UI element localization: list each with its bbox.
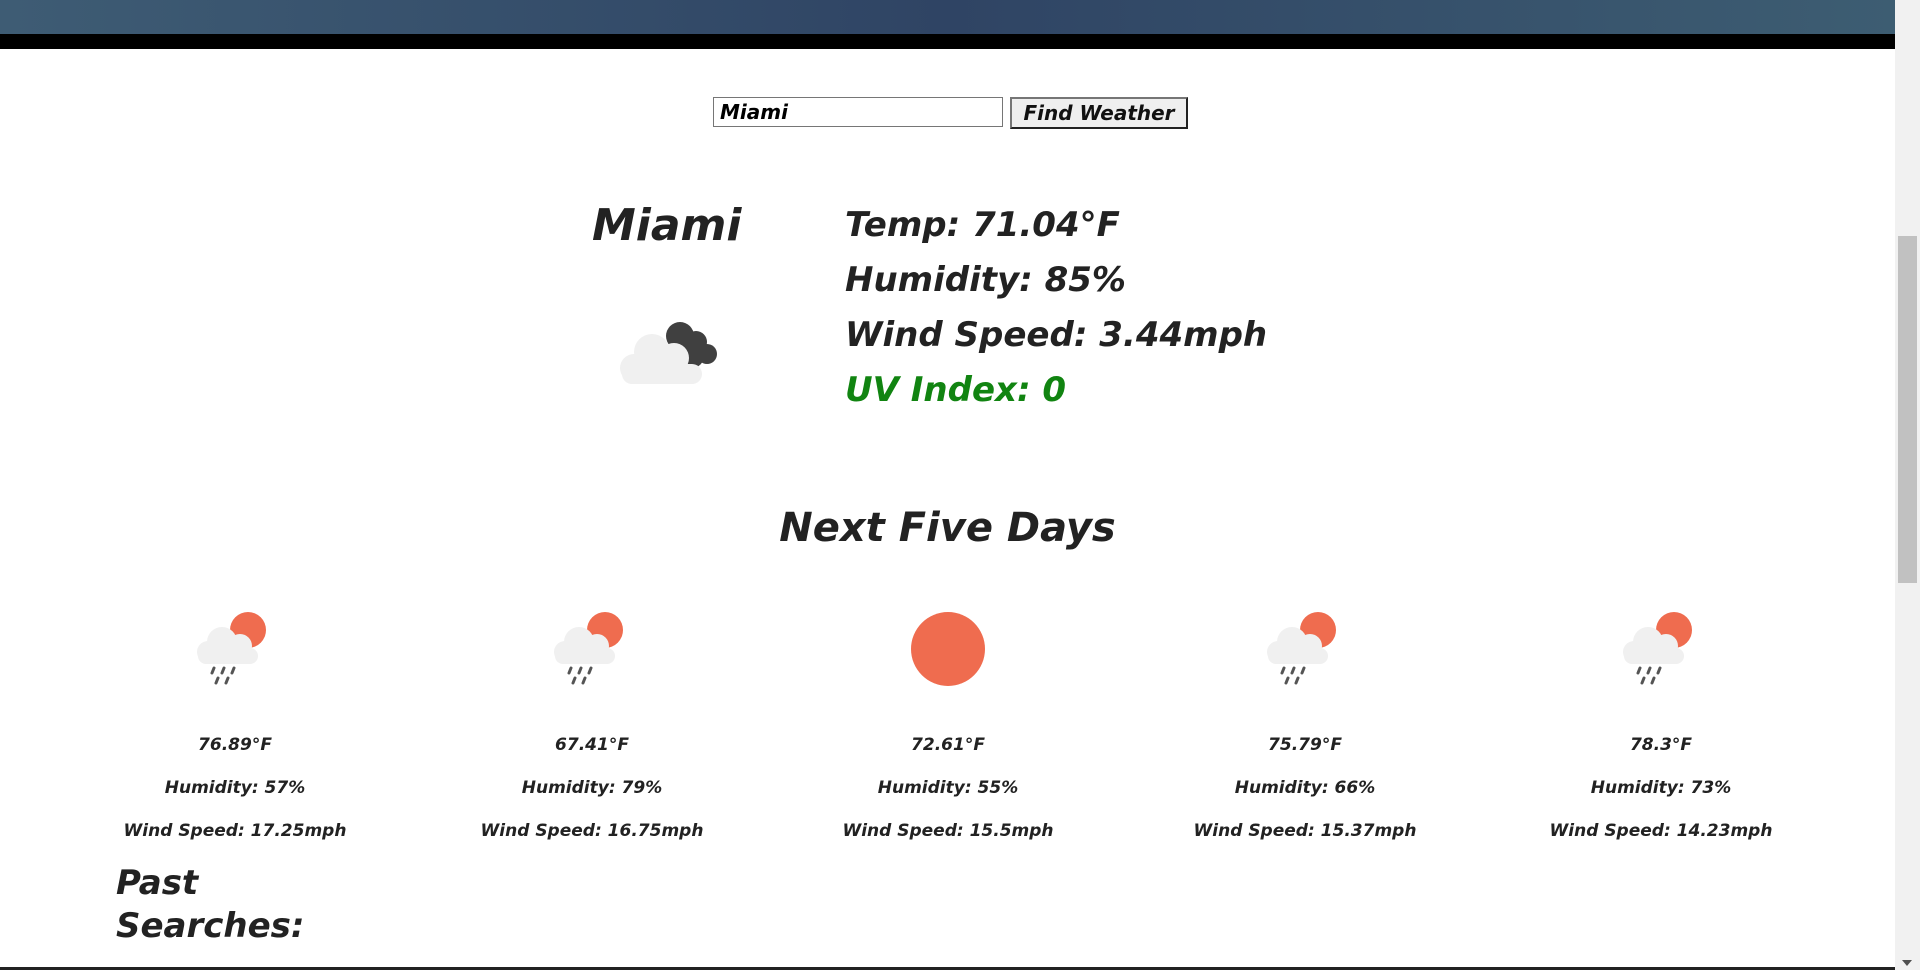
rain-sun-icon: [1260, 604, 1350, 694]
forecast-day-3: 72.61°F Humidity: 55% Wind Speed: 15.5mp…: [823, 604, 1073, 853]
forecast-temp: 75.79°F: [1268, 735, 1342, 755]
current-humidity: Humidity: 85%: [845, 260, 1126, 300]
forecast-temp: 72.61°F: [911, 735, 985, 755]
forecast-humidity: Humidity: 79%: [521, 778, 663, 798]
forecast-humidity: Humidity: 57%: [164, 778, 306, 798]
past-searches-title: Past Searches:: [116, 863, 305, 946]
city-search-input[interactable]: [713, 97, 1003, 127]
current-temp: Temp: 71.04°F: [845, 205, 1120, 245]
find-weather-button[interactable]: Find Weather: [1010, 97, 1188, 129]
forecast-day-5: 78.3°F Humidity: 73% Wind Speed: 14.23mp…: [1536, 604, 1786, 853]
sun-icon: [903, 604, 993, 694]
forecast-humidity: Humidity: 66%: [1234, 778, 1376, 798]
forecast-wind-speed: Wind Speed: 16.75mph: [480, 821, 704, 841]
cloudy-night-icon: [612, 312, 722, 386]
scrollbar-thumb[interactable]: [1898, 236, 1917, 583]
vertical-scrollbar[interactable]: [1895, 0, 1920, 970]
current-city-name: Miami: [592, 200, 742, 251]
forecast-day-4: 75.79°F Humidity: 66% Wind Speed: 15.37m…: [1180, 604, 1430, 853]
rain-sun-icon: [190, 604, 280, 694]
header-bar: [0, 0, 1895, 34]
header-border: [0, 34, 1895, 49]
forecast-day-1: 76.89°F Humidity: 57% Wind Speed: 17.25m…: [110, 604, 360, 853]
forecast-humidity: Humidity: 55%: [877, 778, 1019, 798]
forecast-temp: 76.89°F: [198, 735, 272, 755]
forecast-wind-speed: Wind Speed: 15.37mph: [1193, 821, 1417, 841]
forecast-title: Next Five Days: [779, 505, 1116, 551]
forecast-wind-speed: Wind Speed: 15.5mph: [842, 821, 1054, 841]
forecast-temp: 67.41°F: [555, 735, 629, 755]
current-uv-index: UV Index: 0: [845, 370, 1067, 410]
rain-sun-icon: [547, 604, 637, 694]
search-form: Find Weather: [713, 97, 1188, 129]
forecast-wind-speed: Wind Speed: 14.23mph: [1549, 821, 1773, 841]
scroll-down-arrow-icon[interactable]: [1902, 960, 1912, 966]
forecast-day-2: 67.41°F Humidity: 79% Wind Speed: 16.75m…: [467, 604, 717, 853]
rain-sun-icon: [1616, 604, 1706, 694]
forecast-temp: 78.3°F: [1629, 735, 1693, 755]
forecast-wind-speed: Wind Speed: 17.25mph: [123, 821, 347, 841]
forecast-humidity: Humidity: 73%: [1590, 778, 1732, 798]
current-wind-speed: Wind Speed: 3.44mph: [845, 315, 1268, 355]
current-conditions: Temp: 71.04°F Humidity: 85% Wind Speed: …: [845, 198, 1267, 418]
